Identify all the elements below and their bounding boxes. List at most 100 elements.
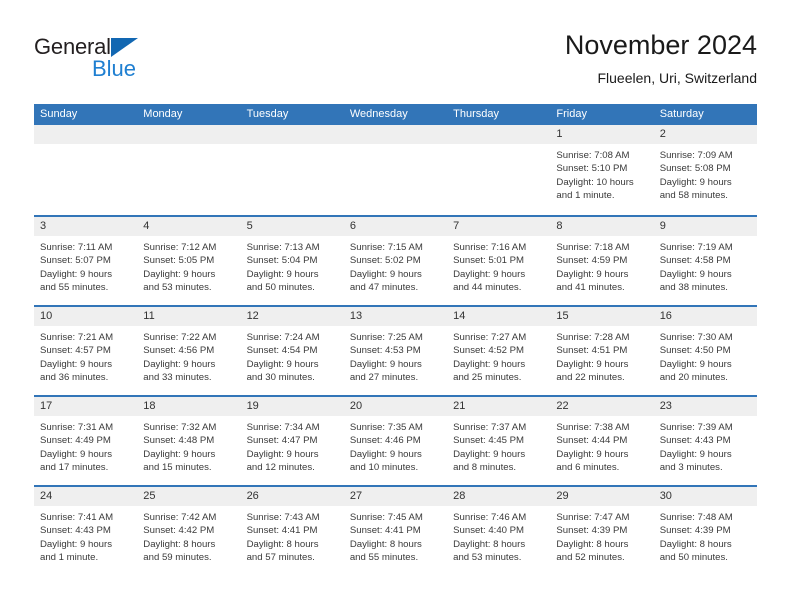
sunrise-text: Sunrise: 7:37 AM [453, 422, 527, 433]
day-cell-16[interactable]: 16 Sunrise: 7:30 AM Sunset: 4:50 PM Dayligh… [653, 307, 757, 395]
sunrise-text: Sunrise: 7:16 AM [453, 242, 527, 253]
day-cell-empty [137, 125, 241, 215]
sunset-text: Sunset: 4:44 PM [556, 435, 628, 447]
day-cell-17[interactable]: 17 Sunrise: 7:31 AM Sunset: 4:49 PM Dayligh… [34, 397, 138, 485]
day-cell-19[interactable]: 19 Sunrise: 7:34 AM Sunset: 4:47 PM Dayligh… [240, 397, 344, 485]
day-number: 2 [653, 125, 757, 144]
day-number: 10 [34, 307, 138, 326]
day-cell-6[interactable]: 6 Sunrise: 7:15 AM Sunset: 5:02 PM Daylight… [343, 217, 448, 305]
day-number [447, 125, 551, 144]
day-cell-29[interactable]: 29 Sunrise: 7:47 AM Sunset: 4:39 PM Dayligh… [550, 487, 654, 575]
day-cell-empty [447, 125, 551, 215]
day-cell-21[interactable]: 21 Sunrise: 7:37 AM Sunset: 4:45 PM Dayligh… [447, 397, 551, 485]
day-cell-8[interactable]: 8 Sunrise: 7:18 AM Sunset: 4:59 PM Daylight… [550, 217, 654, 305]
sunrise-text: Sunrise: 7:21 AM [40, 332, 114, 343]
day-number: 21 [447, 397, 551, 416]
day-details: Sunrise: 7:43 AM Sunset: 4:41 PM Daylight:… [241, 506, 344, 565]
weekday-header-monday: Monday [143, 108, 183, 120]
sunrise-text: Sunrise: 7:38 AM [556, 422, 630, 433]
daylight-text-line2: and 30 minutes. [246, 372, 315, 384]
day-number: 13 [343, 307, 448, 326]
day-cell-20[interactable]: 20 Sunrise: 7:35 AM Sunset: 4:46 PM Dayligh… [343, 397, 448, 485]
day-cell-14[interactable]: 14 Sunrise: 7:27 AM Sunset: 4:52 PM Dayligh… [447, 307, 551, 395]
day-cell-2[interactable]: 2 Sunrise: 7:09 AM Sunset: 5:08 PM Daylight… [653, 125, 757, 215]
sunrise-text: Sunrise: 7:12 AM [143, 242, 217, 253]
day-number: 1 [550, 125, 654, 144]
calendar-page: General Blue November 2024 Flueelen, Uri… [0, 0, 792, 612]
day-number: 27 [343, 487, 448, 506]
day-number: 18 [137, 397, 241, 416]
calendar-week-row: 3 Sunrise: 7:11 AM Sunset: 5:07 PM Daylight… [34, 215, 757, 305]
daylight-text-line2: and 6 minutes. [556, 462, 620, 474]
daylight-text-line1: Daylight: 9 hours [349, 268, 422, 280]
sunset-text: Sunset: 5:10 PM [556, 163, 628, 175]
day-cell-9[interactable]: 9 Sunrise: 7:19 AM Sunset: 4:58 PM Daylight… [653, 217, 757, 305]
day-details: Sunrise: 7:08 AM Sunset: 5:10 PM Daylight:… [550, 144, 653, 203]
day-cell-27[interactable]: 27 Sunrise: 7:45 AM Sunset: 4:41 PM Dayligh… [343, 487, 448, 575]
day-number: 28 [447, 487, 551, 506]
day-cell-15[interactable]: 15 Sunrise: 7:28 AM Sunset: 4:51 PM Dayligh… [550, 307, 654, 395]
sunrise-text: Sunrise: 7:09 AM [659, 150, 733, 161]
sunset-text: Sunset: 5:08 PM [659, 163, 731, 175]
day-cell-11[interactable]: 11 Sunrise: 7:22 AM Sunset: 4:56 PM Dayligh… [137, 307, 241, 395]
day-cell-23[interactable]: 23 Sunrise: 7:39 AM Sunset: 4:43 PM Dayligh… [653, 397, 757, 485]
day-cell-26[interactable]: 26 Sunrise: 7:43 AM Sunset: 4:41 PM Dayligh… [240, 487, 344, 575]
sunrise-text: Sunrise: 7:31 AM [40, 422, 114, 433]
day-cell-18[interactable]: 18 Sunrise: 7:32 AM Sunset: 4:48 PM Dayligh… [137, 397, 241, 485]
day-cell-4[interactable]: 4 Sunrise: 7:12 AM Sunset: 5:05 PM Daylight… [137, 217, 241, 305]
page-subtitle: Flueelen, Uri, Switzerland [597, 70, 757, 86]
sunset-text: Sunset: 5:01 PM [453, 255, 525, 267]
day-details: Sunrise: 7:27 AM Sunset: 4:52 PM Daylight:… [447, 326, 550, 385]
day-details: Sunrise: 7:25 AM Sunset: 4:53 PM Daylight:… [344, 326, 447, 385]
sunrise-text: Sunrise: 7:41 AM [40, 512, 114, 523]
day-cell-28[interactable]: 28 Sunrise: 7:46 AM Sunset: 4:40 PM Dayligh… [447, 487, 551, 575]
brand-logo[interactable]: General Blue [34, 34, 234, 86]
day-number: 9 [653, 217, 757, 236]
day-number: 26 [240, 487, 344, 506]
sunrise-text: Sunrise: 7:32 AM [143, 422, 217, 433]
day-number: 4 [137, 217, 241, 236]
sunrise-text: Sunrise: 7:15 AM [349, 242, 423, 253]
day-details: Sunrise: 7:19 AM Sunset: 4:58 PM Daylight:… [654, 236, 757, 295]
daylight-text-line1: Daylight: 8 hours [453, 538, 526, 550]
daylight-text-line2: and 57 minutes. [246, 552, 315, 564]
sunset-text: Sunset: 4:48 PM [143, 435, 215, 447]
day-details: Sunrise: 7:42 AM Sunset: 4:42 PM Daylight:… [137, 506, 240, 565]
day-details: Sunrise: 7:24 AM Sunset: 4:54 PM Daylight:… [241, 326, 344, 385]
day-cell-1[interactable]: 1 Sunrise: 7:08 AM Sunset: 5:10 PM Daylight… [550, 125, 654, 215]
sunrise-text: Sunrise: 7:22 AM [143, 332, 217, 343]
day-cell-22[interactable]: 22 Sunrise: 7:38 AM Sunset: 4:44 PM Dayligh… [550, 397, 654, 485]
day-cell-25[interactable]: 25 Sunrise: 7:42 AM Sunset: 4:42 PM Dayligh… [137, 487, 241, 575]
brand-word-blue: Blue [92, 56, 137, 81]
day-cell-30[interactable]: 30 Sunrise: 7:48 AM Sunset: 4:39 PM Dayligh… [653, 487, 757, 575]
day-details: Sunrise: 7:41 AM Sunset: 4:43 PM Daylight:… [34, 506, 137, 565]
daylight-text-line1: Daylight: 9 hours [453, 448, 526, 460]
daylight-text-line2: and 1 minute. [556, 190, 615, 202]
day-number: 11 [137, 307, 241, 326]
day-cell-10[interactable]: 10 Sunrise: 7:21 AM Sunset: 4:57 PM Dayligh… [34, 307, 138, 395]
day-number: 3 [34, 217, 138, 236]
day-details: Sunrise: 7:34 AM Sunset: 4:47 PM Daylight:… [241, 416, 344, 475]
day-cell-12[interactable]: 12 Sunrise: 7:24 AM Sunset: 4:54 PM Dayligh… [240, 307, 344, 395]
sunrise-text: Sunrise: 7:39 AM [659, 422, 733, 433]
daylight-text-line2: and 20 minutes. [659, 372, 728, 384]
daylight-text-line2: and 44 minutes. [453, 282, 522, 294]
sunset-text: Sunset: 4:46 PM [349, 435, 421, 447]
day-cell-empty [240, 125, 344, 215]
day-details: Sunrise: 7:22 AM Sunset: 4:56 PM Daylight:… [137, 326, 240, 385]
daylight-text-line1: Daylight: 8 hours [556, 538, 629, 550]
daylight-text-line2: and 17 minutes. [40, 462, 109, 474]
daylight-text-line2: and 10 minutes. [349, 462, 419, 474]
calendar-week-row: 1 Sunrise: 7:08 AM Sunset: 5:10 PM Daylight… [34, 125, 757, 215]
day-cell-3[interactable]: 3 Sunrise: 7:11 AM Sunset: 5:07 PM Daylight… [34, 217, 138, 305]
day-cell-13[interactable]: 13 Sunrise: 7:25 AM Sunset: 4:53 PM Dayligh… [343, 307, 448, 395]
day-details: Sunrise: 7:09 AM Sunset: 5:08 PM Daylight:… [654, 144, 757, 203]
daylight-text-line1: Daylight: 9 hours [659, 448, 732, 460]
sunset-text: Sunset: 4:58 PM [659, 255, 731, 267]
day-cell-7[interactable]: 7 Sunrise: 7:16 AM Sunset: 5:01 PM Daylight… [447, 217, 551, 305]
sunset-text: Sunset: 4:57 PM [40, 345, 111, 357]
day-number: 16 [653, 307, 757, 326]
day-cell-5[interactable]: 5 Sunrise: 7:13 AM Sunset: 5:04 PM Daylight… [240, 217, 344, 305]
day-cell-24[interactable]: 24 Sunrise: 7:41 AM Sunset: 4:43 PM Dayligh… [34, 487, 138, 575]
sunset-text: Sunset: 4:43 PM [40, 525, 111, 537]
